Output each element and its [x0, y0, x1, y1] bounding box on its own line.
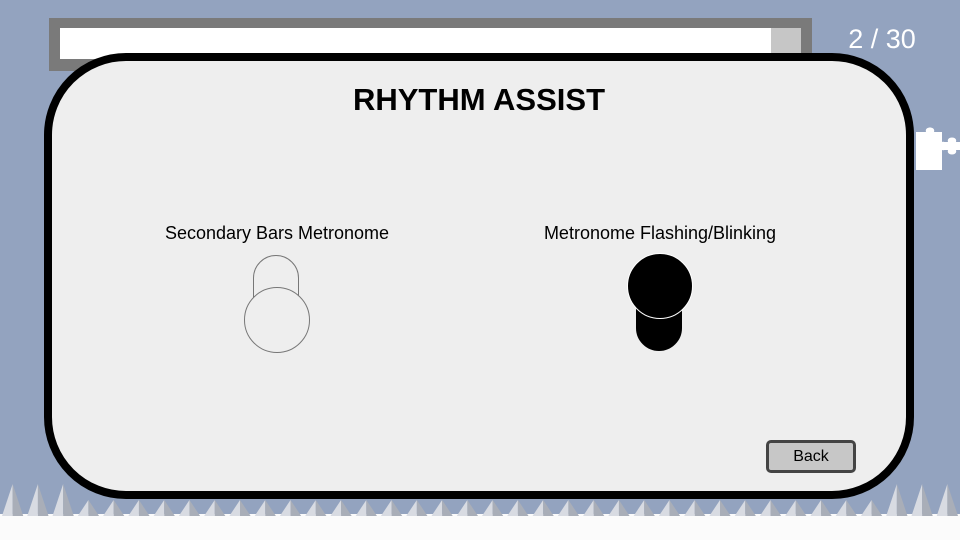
spike-shade	[568, 500, 580, 516]
spike	[305, 500, 316, 516]
floor	[0, 514, 960, 540]
spike-shade	[138, 500, 150, 516]
spike-shade	[720, 500, 731, 516]
spike-shade	[240, 500, 251, 516]
spike	[52, 484, 64, 516]
spike	[835, 500, 847, 516]
spike-shade	[694, 500, 706, 516]
spike	[633, 500, 645, 516]
spike	[279, 500, 291, 516]
spike	[330, 500, 342, 516]
level-counter: 2 / 30	[848, 24, 916, 54]
spike	[431, 500, 443, 516]
spike-shade	[467, 500, 478, 516]
spike-shade	[113, 500, 125, 516]
spike	[507, 500, 518, 516]
spike-shade	[391, 500, 403, 516]
toggle-knob	[244, 287, 310, 353]
spike-shade	[366, 500, 377, 516]
spike	[734, 500, 746, 516]
spike-shade	[644, 500, 655, 516]
spike-shade	[543, 500, 554, 516]
spike-shade	[517, 500, 529, 516]
spike-shade	[442, 500, 453, 516]
rhythm-assist-dialog: RHYTHM ASSIST Secondary Bars Metronome M…	[44, 53, 914, 499]
spike-shade	[416, 500, 428, 516]
spike	[406, 500, 417, 516]
spike	[911, 484, 923, 516]
spike-shade	[770, 500, 782, 516]
spike	[557, 500, 569, 516]
spike	[583, 500, 594, 516]
spike	[759, 500, 771, 516]
spike	[2, 484, 13, 516]
spike	[380, 500, 392, 516]
option-label: Metronome Flashing/Blinking	[543, 223, 777, 243]
spike	[608, 500, 619, 516]
spike	[658, 500, 670, 516]
spike	[229, 500, 240, 516]
spike	[178, 500, 190, 516]
spike-shade	[896, 484, 908, 516]
spike-shade	[669, 500, 681, 516]
spike	[810, 500, 822, 516]
option-metronome-flashing: Metronome Flashing/Blinking	[500, 221, 820, 361]
spike-shade	[88, 500, 100, 516]
spike	[355, 500, 367, 516]
spike	[254, 500, 266, 516]
dialog-title: RHYTHM ASSIST	[352, 82, 606, 117]
spike-shade	[12, 484, 24, 516]
spike	[532, 500, 544, 516]
option-secondary-bars-metronome: Secondary Bars Metronome	[117, 221, 437, 361]
spike	[709, 500, 720, 516]
spike-shade	[341, 500, 352, 516]
spike	[886, 484, 897, 516]
spike	[936, 484, 948, 516]
spike	[456, 500, 468, 516]
spike	[860, 500, 872, 516]
spike	[27, 484, 38, 516]
puzzle-piece-icon	[916, 127, 960, 170]
spike	[153, 500, 165, 516]
spike-shade	[821, 500, 832, 516]
metronome-flashing-toggle[interactable]	[627, 253, 693, 355]
spike-shade	[265, 500, 276, 516]
spike-shade	[315, 500, 327, 516]
spike	[128, 500, 139, 516]
spike	[785, 500, 796, 516]
spike	[684, 500, 695, 516]
secondary-bars-metronome-toggle[interactable]	[244, 255, 310, 355]
spike	[77, 500, 89, 516]
spike-shade	[795, 500, 807, 516]
spike-shade	[290, 500, 302, 516]
spike-shade	[871, 500, 883, 516]
spike-shade	[922, 484, 933, 516]
spike-shade	[214, 500, 226, 516]
spike	[103, 500, 114, 516]
spike-shade	[947, 484, 958, 516]
spike	[204, 500, 215, 516]
spike-shade	[189, 500, 201, 516]
spike-shade	[164, 500, 175, 516]
spike-shade	[492, 500, 504, 516]
spike-shade	[745, 500, 756, 516]
back-button[interactable]: Back	[766, 440, 856, 473]
spike-shade	[846, 500, 857, 516]
option-label: Secondary Bars Metronome	[164, 223, 390, 243]
spike-shade	[618, 500, 630, 516]
spike-shade	[63, 484, 74, 516]
spike	[482, 500, 493, 516]
spike-shade	[37, 484, 49, 516]
spike-shade	[593, 500, 605, 516]
toggle-knob	[627, 253, 693, 319]
